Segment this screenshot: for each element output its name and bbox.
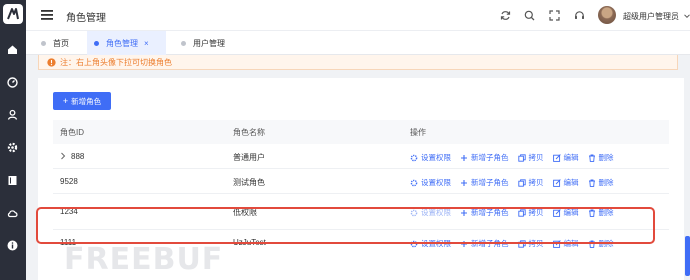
gear-icon bbox=[410, 154, 418, 161]
edit-button[interactable]: 编辑 bbox=[552, 177, 579, 188]
action-label: 拷贝 bbox=[528, 178, 544, 187]
dashboard-icon[interactable] bbox=[6, 76, 19, 89]
table-header: 角色ID 角色名称 操作 bbox=[53, 120, 669, 144]
add-child-role-button[interactable]: 新增子角色 bbox=[460, 177, 509, 188]
role-name: 测试角色 bbox=[233, 178, 265, 187]
avatar[interactable] bbox=[598, 6, 616, 24]
copy-icon bbox=[517, 153, 526, 162]
action-label: 新增子角色 bbox=[471, 178, 509, 187]
username[interactable]: 超级用户管理员 bbox=[623, 11, 679, 22]
copy-button[interactable]: 拷贝 bbox=[517, 177, 544, 188]
delete-button[interactable]: 删除 bbox=[588, 152, 614, 163]
tab-label: 用户管理 bbox=[193, 38, 225, 48]
top-header: 角色管理 超级用户管理员 bbox=[26, 0, 690, 31]
menu-toggle-icon[interactable] bbox=[41, 9, 55, 21]
table-row: 9528 测试角色 设置权限 新增子角色 拷贝 编辑 删除 bbox=[53, 169, 669, 194]
settings-icon[interactable] bbox=[6, 141, 19, 154]
home-icon[interactable] bbox=[6, 43, 19, 56]
column-header: 角色名称 bbox=[233, 128, 265, 137]
tab-bar: 首页 角色管理 × 用户管理 bbox=[26, 31, 690, 55]
action-label: 删除 bbox=[598, 153, 614, 162]
tab-close-icon[interactable]: × bbox=[144, 39, 149, 48]
tab-label: 首页 bbox=[53, 38, 69, 48]
notice-text: 注：右上角头像下拉可切换角色 bbox=[60, 57, 172, 67]
add-role-button[interactable]: + 新增角色 bbox=[53, 92, 111, 110]
action-label: 编辑 bbox=[563, 153, 579, 162]
chevron-down-icon[interactable] bbox=[684, 12, 690, 19]
set-permission-button[interactable]: 设置权限 bbox=[410, 152, 451, 163]
tab-label: 角色管理 bbox=[106, 38, 138, 48]
action-label: 设置权限 bbox=[421, 153, 451, 162]
role-id: 9528 bbox=[60, 177, 78, 186]
add-child-role-button[interactable]: 新增子角色 bbox=[460, 152, 509, 163]
row-actions: 设置权限 新增子角色 拷贝 编辑 删除 bbox=[410, 152, 623, 163]
tab-home[interactable]: 首页 bbox=[39, 31, 87, 55]
plus-icon bbox=[461, 179, 467, 186]
action-label: 编辑 bbox=[563, 178, 579, 187]
column-header: 操作 bbox=[410, 128, 426, 137]
tab-dot-icon bbox=[94, 40, 99, 46]
column-header: 角色ID bbox=[60, 128, 84, 137]
tab-user-management[interactable]: 用户管理 bbox=[177, 31, 247, 55]
headset-icon[interactable] bbox=[572, 8, 586, 22]
logo[interactable] bbox=[3, 4, 23, 24]
delete-button[interactable]: 删除 bbox=[588, 177, 614, 188]
action-label: 设置权限 bbox=[421, 178, 451, 187]
user-icon[interactable] bbox=[6, 108, 19, 121]
action-label: 拷贝 bbox=[528, 153, 544, 162]
table-row: 888 普通用户 设置权限 新增子角色 拷贝 编辑 删除 bbox=[53, 144, 669, 169]
expand-arrow-icon[interactable] bbox=[60, 152, 66, 160]
trash-icon bbox=[588, 179, 595, 187]
edit-button[interactable]: 编辑 bbox=[552, 152, 579, 163]
info-icon[interactable] bbox=[6, 239, 19, 252]
row-actions: 设置权限 新增子角色 拷贝 编辑 删除 bbox=[410, 177, 623, 188]
set-permission-button[interactable]: 设置权限 bbox=[410, 177, 451, 188]
book-icon[interactable] bbox=[6, 174, 19, 187]
action-label: 新增子角色 bbox=[471, 153, 509, 162]
warning-icon bbox=[47, 57, 56, 67]
refresh-icon[interactable] bbox=[498, 8, 512, 22]
role-name: 普通用户 bbox=[233, 153, 265, 162]
tab-dot-icon bbox=[181, 40, 186, 46]
logo-mark-icon bbox=[7, 8, 19, 20]
page-title: 角色管理 bbox=[66, 13, 106, 24]
highlight-box bbox=[36, 207, 655, 244]
tab-role-management[interactable]: 角色管理 × bbox=[87, 31, 166, 55]
role-id: 888 bbox=[71, 152, 85, 161]
add-role-label: 新增角色 bbox=[71, 96, 102, 106]
gear-icon bbox=[410, 179, 418, 186]
sidebar bbox=[0, 0, 26, 280]
edit-icon bbox=[552, 178, 561, 187]
trash-icon bbox=[588, 154, 595, 162]
search-icon[interactable] bbox=[522, 8, 536, 22]
plus-icon: + bbox=[62, 96, 69, 106]
notice-banner: 注：右上角头像下拉可切换角色 bbox=[38, 55, 678, 70]
action-label: 删除 bbox=[598, 178, 614, 187]
plus-icon bbox=[461, 154, 467, 161]
cloud-icon[interactable] bbox=[6, 207, 19, 220]
edit-icon bbox=[552, 153, 561, 162]
copy-button[interactable]: 拷贝 bbox=[517, 152, 544, 163]
watermark: FREEBUF bbox=[64, 242, 224, 277]
tab-dot-icon bbox=[41, 40, 46, 46]
copy-icon bbox=[517, 178, 526, 187]
fullscreen-icon[interactable] bbox=[547, 8, 561, 22]
scrollbar[interactable] bbox=[685, 236, 690, 276]
